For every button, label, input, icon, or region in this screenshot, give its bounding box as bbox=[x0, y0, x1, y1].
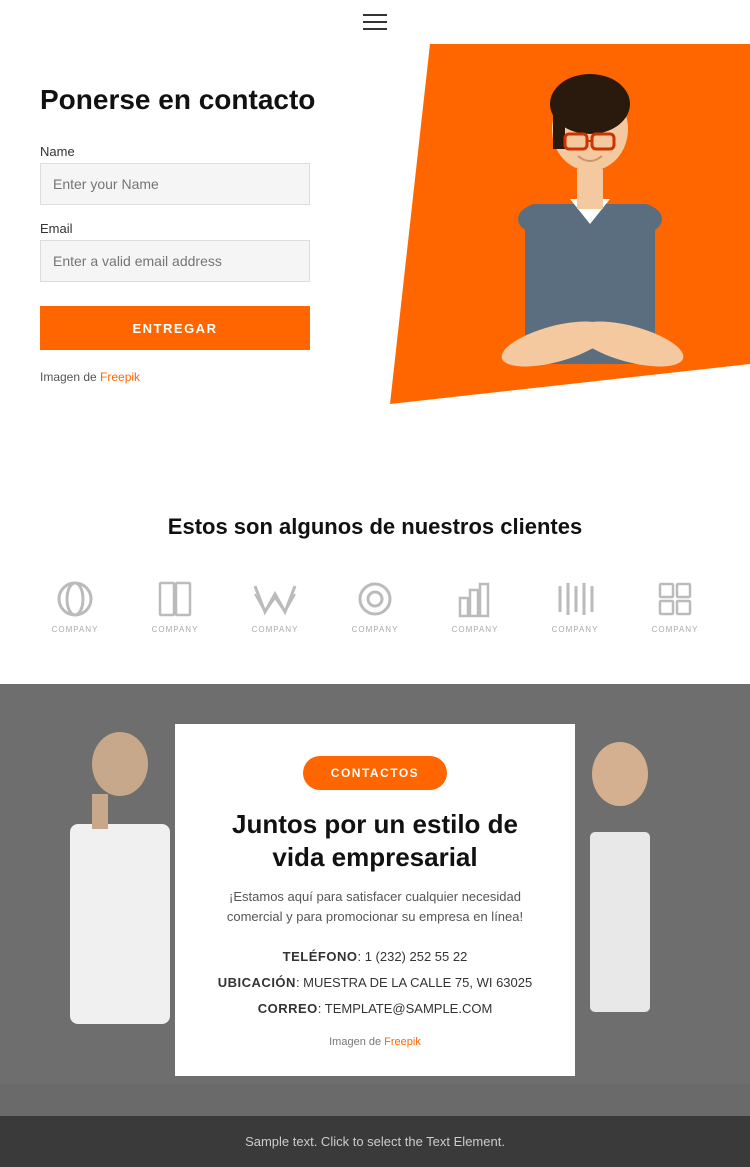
freepik-link[interactable]: Freepik bbox=[100, 370, 140, 384]
hero-section: Ponerse en contacto Name Email ENTREGAR … bbox=[0, 44, 750, 464]
email-field-group: Email bbox=[40, 221, 360, 282]
hero-content: Ponerse en contacto Name Email ENTREGAR … bbox=[40, 84, 360, 384]
list-item: COMPANY bbox=[535, 576, 615, 634]
contact-card: CONTACTOS Juntos por un estilo de vida e… bbox=[175, 724, 575, 1076]
company-logo-3 bbox=[248, 576, 303, 621]
woman-image bbox=[370, 44, 740, 464]
contact-info: TELÉFONO: 1 (232) 252 55 22 UBICACIÓN: M… bbox=[211, 944, 539, 1022]
company-logo-2 bbox=[148, 576, 203, 621]
navigation bbox=[0, 0, 750, 44]
company-logo-4 bbox=[348, 576, 403, 621]
contact-section: CONTACTOS Juntos por un estilo de vida e… bbox=[0, 684, 750, 1116]
submit-button[interactable]: ENTREGAR bbox=[40, 306, 310, 350]
phone-value: 1 (232) 252 55 22 bbox=[365, 949, 468, 964]
contact-heading: Juntos por un estilo de vida empresarial bbox=[211, 808, 539, 873]
email-input[interactable] bbox=[40, 240, 310, 282]
phone-info: TELÉFONO: 1 (232) 252 55 22 bbox=[211, 944, 539, 970]
name-field-group: Name bbox=[40, 144, 360, 205]
company-logo-1 bbox=[48, 576, 103, 621]
company-logo-6 bbox=[548, 576, 603, 621]
list-item: COMPANY bbox=[135, 576, 215, 634]
company-logo-7 bbox=[648, 576, 703, 621]
menu-icon[interactable] bbox=[363, 14, 387, 30]
contact-freepik-link[interactable]: Freepik bbox=[384, 1036, 421, 1048]
footer: Sample text. Click to select the Text El… bbox=[0, 1116, 750, 1167]
contacts-button[interactable]: CONTACTOS bbox=[303, 756, 447, 790]
clients-title: Estos son algunos de nuestros clientes bbox=[30, 514, 720, 540]
list-item: COMPANY bbox=[235, 576, 315, 634]
clients-section: Estos son algunos de nuestros clientes C… bbox=[0, 464, 750, 684]
company-logo-5 bbox=[448, 576, 503, 621]
clients-logos: COMPANY COMPANY COMPANY bbox=[30, 576, 720, 634]
name-input[interactable] bbox=[40, 163, 310, 205]
list-item: COMPANY bbox=[35, 576, 115, 634]
hero-visual bbox=[320, 44, 750, 464]
footer-text: Sample text. Click to select the Text El… bbox=[245, 1134, 505, 1149]
email-label: CORREO bbox=[258, 1001, 318, 1016]
contact-credit: Imagen de Freepik bbox=[211, 1036, 539, 1048]
email-label: Email bbox=[40, 221, 360, 236]
name-label: Name bbox=[40, 144, 360, 159]
list-item: COMPANY bbox=[335, 576, 415, 634]
image-credit: Imagen de Freepik bbox=[40, 370, 360, 384]
location-value: MUESTRA DE LA CALLE 75, WI 63025 bbox=[303, 975, 532, 990]
contact-description: ¡Estamos aquí para satisfacer cualquier … bbox=[211, 887, 539, 926]
page-title: Ponerse en contacto bbox=[40, 84, 360, 116]
location-info: UBICACIÓN: MUESTRA DE LA CALLE 75, WI 63… bbox=[211, 970, 539, 996]
list-item: COMPANY bbox=[435, 576, 515, 634]
email-value: TEMPLATE@SAMPLE.COM bbox=[325, 1001, 493, 1016]
email-info: CORREO: TEMPLATE@SAMPLE.COM bbox=[211, 996, 539, 1022]
location-label: UBICACIÓN bbox=[218, 975, 296, 990]
list-item: COMPANY bbox=[635, 576, 715, 634]
phone-label: TELÉFONO bbox=[283, 949, 358, 964]
